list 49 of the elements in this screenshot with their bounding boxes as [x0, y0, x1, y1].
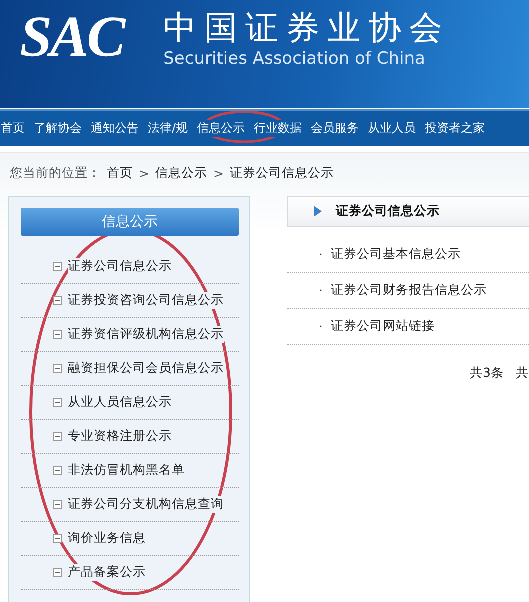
collapse-icon — [53, 296, 62, 305]
collapse-icon — [53, 432, 62, 441]
sidebar-item[interactable]: 询价业务信息 — [21, 522, 239, 556]
sidebar-item[interactable]: 产品备案公示 — [21, 556, 239, 590]
site-subtitle: Securities Association of China — [164, 48, 426, 70]
nav-link[interactable]: 从业人员 — [368, 120, 416, 137]
nav-link[interactable]: 通知公告 — [91, 120, 139, 137]
sidebar-item[interactable]: 证券公司分支机构信息查询 — [21, 488, 239, 522]
breadcrumb-link[interactable]: 信息公示 — [155, 165, 208, 182]
breadcrumb-link[interactable]: 证券公司信息公示 — [230, 165, 334, 182]
nav-link[interactable]: 会员服务 — [311, 120, 360, 137]
collapse-icon — [53, 398, 62, 407]
list-link[interactable]: · 证券公司网站链接 — [287, 309, 529, 345]
bullet: · — [319, 283, 323, 298]
collapse-icon — [53, 466, 62, 475]
nav-link[interactable]: 投资者之家 — [425, 120, 486, 137]
sidebar-item[interactable]: 非法仿冒机构黑名单 — [21, 454, 239, 488]
bullet: · — [319, 247, 323, 262]
section-title: 证券公司信息公示 — [336, 203, 440, 220]
nav-link[interactable]: 首页 — [1, 120, 25, 137]
nav-link[interactable]: 了解协会 — [34, 120, 82, 137]
pagination-text: 共3条 — [470, 365, 504, 382]
collapse-icon — [53, 534, 62, 543]
breadcrumb-separator: > — [213, 166, 224, 181]
breadcrumb-label: 您当前的位置： — [10, 165, 101, 182]
sidebar-item[interactable]: 证券投资咨询公司信息公示 — [21, 284, 239, 318]
nav-link[interactable]: 法律/规 — [148, 120, 188, 137]
breadcrumb-separator: > — [139, 166, 150, 181]
sidebar-item[interactable]: 证券公司信息公示 — [21, 250, 239, 284]
collapse-icon — [53, 500, 62, 509]
sidebar-item[interactable]: 专业资格注册公示 — [21, 420, 239, 454]
sidebar-item[interactable]: 从业人员信息公示 — [21, 386, 239, 420]
collapse-icon — [53, 364, 62, 373]
collapse-icon — [53, 262, 62, 271]
list-link[interactable]: · 证券公司基本信息公示 — [287, 237, 529, 273]
site-title: 中国证券业协会 — [164, 8, 451, 48]
sidebar-item[interactable]: 证券资信评级机构信息公示 — [21, 318, 239, 352]
bullet: · — [319, 319, 323, 334]
logo: SAC — [19, 4, 126, 70]
sidebar-title: 信息公示 — [21, 208, 239, 236]
collapse-icon — [53, 330, 62, 339]
nav-link[interactable]: 信息公示 — [197, 120, 246, 137]
breadcrumb-link[interactable]: 首页 — [107, 165, 133, 182]
list-link[interactable]: · 证券公司财务报告信息公示 — [287, 273, 529, 309]
sidebar-item[interactable]: 融资担保公司会员信息公示 — [21, 352, 239, 386]
triangle-icon — [314, 206, 322, 217]
pagination-text: 共 — [516, 365, 529, 382]
nav-link[interactable]: 行业数据 — [254, 120, 302, 137]
collapse-icon — [53, 568, 62, 577]
